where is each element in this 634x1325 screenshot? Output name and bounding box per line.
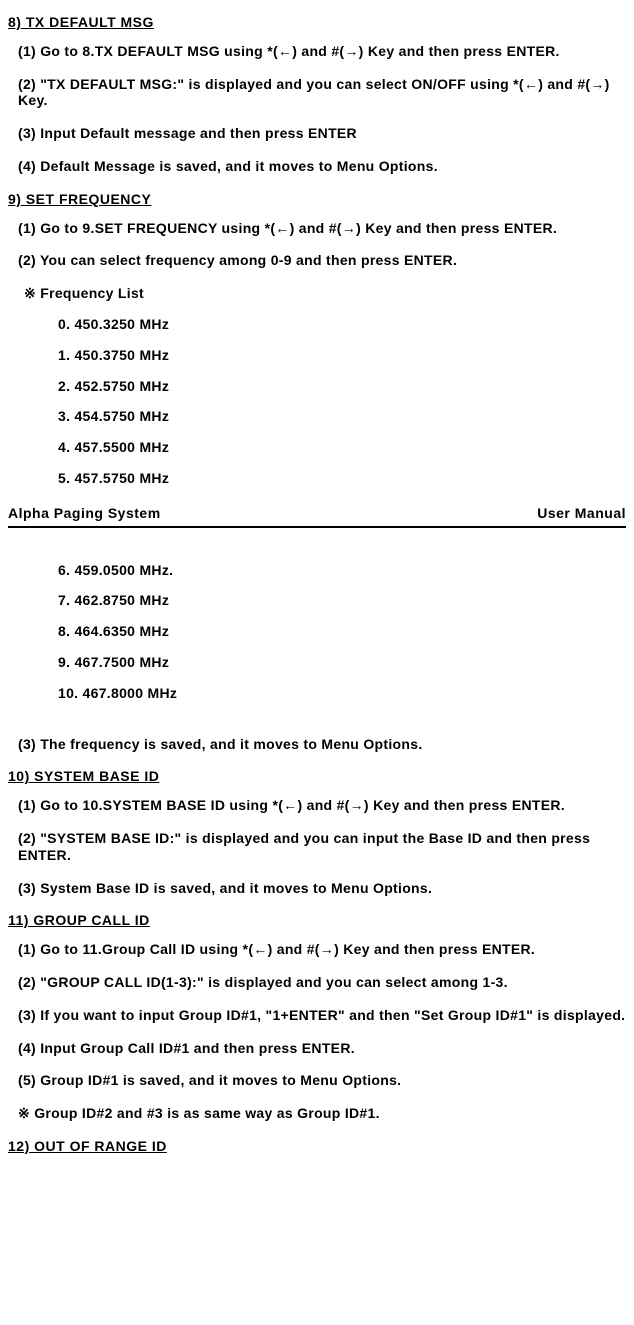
section-11-step-3: (3) If you want to input Group ID#1, "1+… [18,1007,626,1024]
section-8-step-1: (1) Go to 8.TX DEFAULT MSG using *(←) an… [18,43,626,60]
footer-left-text: Alpha Paging System [8,505,161,522]
frequency-item-9: 9. 467.7500 MHz [58,654,626,671]
section-10-heading: 10) SYSTEM BASE ID [8,768,626,785]
section-11-step-4: (4) Input Group Call ID#1 and then press… [18,1040,626,1057]
section-8-step-4: (4) Default Message is saved, and it mov… [18,158,626,175]
section-8-heading: 8) TX DEFAULT MSG [8,14,626,31]
section-8-step-3: (3) Input Default message and then press… [18,125,626,142]
section-11-step-5: (5) Group ID#1 is saved, and it moves to… [18,1072,626,1089]
section-10-step-3: (3) System Base ID is saved, and it move… [18,880,626,897]
section-9-heading: 9) SET FREQUENCY [8,191,626,208]
section-11-note: ※ Group ID#2 and #3 is as same way as Gr… [18,1105,626,1122]
frequency-item-3: 3. 454.5750 MHz [58,408,626,425]
section-9-step-1: (1) Go to 9.SET FREQUENCY using *(←) and… [18,220,626,237]
section-10-step-1: (1) Go to 10.SYSTEM BASE ID using *(←) a… [18,797,626,814]
frequency-item-2: 2. 452.5750 MHz [58,378,626,395]
frequency-item-8: 8. 464.6350 MHz [58,623,626,640]
frequency-item-6: 6. 459.0500 MHz. [58,562,626,579]
frequency-item-5: 5. 457.5750 MHz [58,470,626,487]
section-10-step-2: (2) "SYSTEM BASE ID:" is displayed and y… [18,830,626,864]
frequency-item-7: 7. 462.8750 MHz [58,592,626,609]
frequency-list-note: ※ Frequency List [24,285,626,302]
section-8-step-2: (2) "TX DEFAULT MSG:" is displayed and y… [18,76,626,110]
section-9-step-2: (2) You can select frequency among 0-9 a… [18,252,626,269]
section-11-step-1: (1) Go to 11.Group Call ID using *(←) an… [18,941,626,958]
section-11-step-2: (2) "GROUP CALL ID(1-3):" is displayed a… [18,974,626,991]
section-9-step-3: (3) The frequency is saved, and it moves… [18,736,626,753]
frequency-item-0: 0. 450.3250 MHz [58,316,626,333]
footer-right-text: User Manual [537,505,626,522]
section-11-heading: 11) GROUP CALL ID [8,912,626,929]
frequency-item-10: 10. 467.8000 MHz [58,685,626,702]
frequency-item-4: 4. 457.5500 MHz [58,439,626,456]
frequency-item-1: 1. 450.3750 MHz [58,347,626,364]
section-12-heading: 12) OUT OF RANGE ID [8,1138,626,1155]
page-footer: Alpha Paging System User Manual [8,505,626,528]
